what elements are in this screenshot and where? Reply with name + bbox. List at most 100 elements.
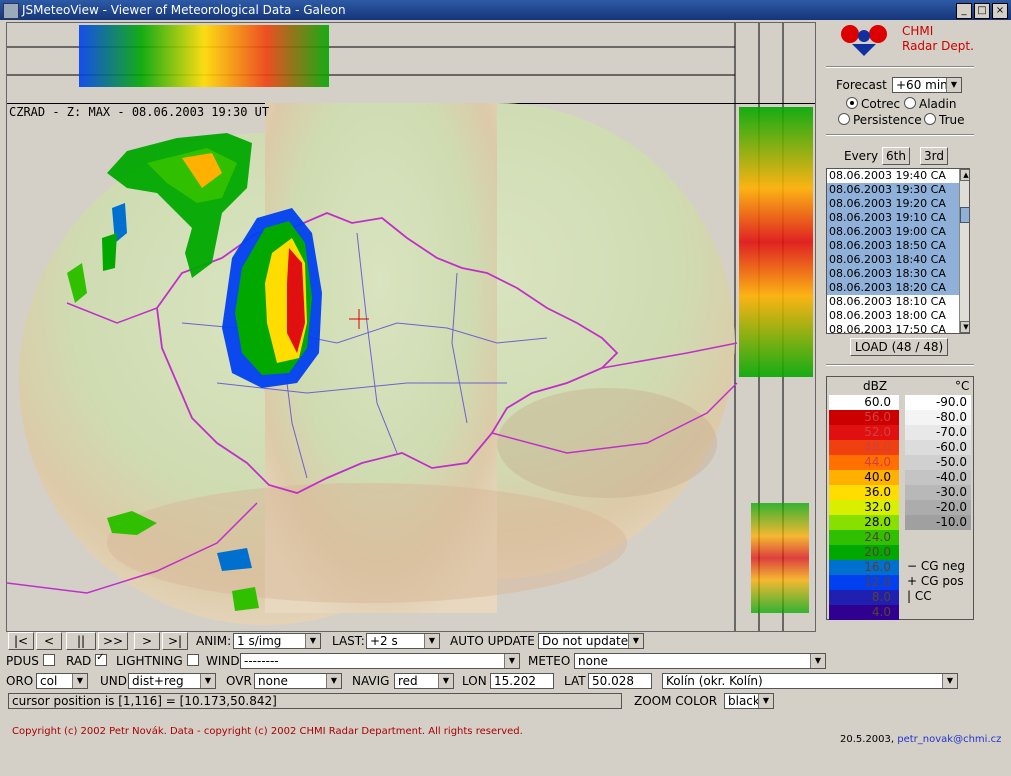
- radio-cotrec[interactable]: Cotrec: [846, 97, 900, 111]
- last-label: LAST:: [332, 634, 365, 648]
- list-item[interactable]: 08.06.2003 18:30 CA: [827, 267, 969, 281]
- ovr-select-value: none: [258, 674, 288, 688]
- list-item[interactable]: 08.06.2003 18:00 CA: [827, 309, 969, 323]
- lon-field[interactable]: 15.202: [490, 673, 554, 689]
- lightning-checkbox[interactable]: LIGHTNING: [116, 654, 199, 668]
- list-item[interactable]: 08.06.2003 18:40 CA: [827, 253, 969, 267]
- legend-dbz-cell: 24.0: [829, 530, 899, 545]
- navig-select-value: red: [398, 674, 418, 688]
- anim-label: ANIM:: [196, 634, 232, 648]
- radio-persistence[interactable]: Persistence: [838, 113, 922, 127]
- radio-cotrec-label: Cotrec: [861, 97, 901, 111]
- lat-label: LAT: [564, 674, 586, 688]
- legend-dbz-cell: 40.0: [829, 470, 899, 485]
- author-email-link[interactable]: petr_novak@chmi.cz: [897, 734, 1001, 745]
- app-window: CZRAD - Z: MAX - 08.06.2003 19:30 UT CHM…: [0, 20, 1011, 776]
- auto-update-select[interactable]: Do not update ▼: [538, 633, 644, 649]
- legend-dbz-cell: 28.0: [829, 515, 899, 530]
- und-select-value: dist+reg: [132, 674, 184, 688]
- chevron-down-icon: ▼: [438, 674, 453, 688]
- anim-speed-select[interactable]: 1 s/img ▼: [233, 633, 321, 649]
- legend-temp-cell: -20.0: [905, 500, 971, 515]
- oro-select-value: col: [40, 674, 58, 688]
- maximize-button[interactable]: □: [974, 3, 990, 19]
- wind-select[interactable]: -------- ▼: [240, 653, 520, 669]
- chevron-down-icon: ▼: [305, 634, 320, 648]
- forecast-select[interactable]: +60 min ▼: [892, 77, 962, 93]
- zoom-color-value: black: [728, 694, 760, 708]
- anim-first-button[interactable]: |<: [8, 632, 34, 650]
- cursor-position-field: cursor position is [1,116] = [10.173,50.…: [8, 693, 622, 709]
- legend-cg-neg: − CG neg: [907, 559, 965, 573]
- navig-label: NAVIG: [352, 674, 390, 688]
- app-icon: [3, 3, 19, 19]
- every-6th-button[interactable]: 6th: [882, 147, 910, 165]
- load-button[interactable]: LOAD (48 / 48): [850, 338, 948, 356]
- legend-temp-header: °C: [955, 379, 970, 393]
- minimize-button[interactable]: _: [956, 3, 972, 19]
- radar-map-area[interactable]: CZRAD - Z: MAX - 08.06.2003 19:30 UT: [6, 22, 816, 632]
- place-select[interactable]: Kolín (okr. Kolín) ▼: [662, 673, 958, 689]
- color-legend: dBZ °C 60.0 56.0 52.0 48.0 44.0 40.0 36.0 32.0 2…: [826, 376, 974, 620]
- last-select[interactable]: +2 s ▼: [366, 633, 440, 649]
- legend-dbz-cell: 4.0: [829, 605, 899, 620]
- chevron-down-icon: ▼: [758, 694, 773, 708]
- navig-select[interactable]: red ▼: [394, 673, 454, 689]
- anim-prev-button[interactable]: <: [36, 632, 62, 650]
- radio-persistence-label: Persistence: [853, 113, 922, 127]
- lat-field[interactable]: 50.028: [588, 673, 652, 689]
- divider: [826, 364, 974, 366]
- list-item[interactable]: 08.06.2003 19:10 CA: [827, 211, 969, 225]
- image-list-scrollbar[interactable]: ▲ ▼: [959, 169, 969, 333]
- close-button[interactable]: ×: [992, 3, 1008, 19]
- legend-temp-cell: -40.0: [905, 470, 971, 485]
- legend-dbz-cell: 16.0: [829, 560, 899, 575]
- legend-dbz-cell: 8.0: [829, 590, 899, 605]
- every-3rd-button[interactable]: 3rd: [920, 147, 948, 165]
- place-select-value: Kolín (okr. Kolín): [666, 674, 763, 688]
- meteo-select[interactable]: none ▼: [574, 653, 826, 669]
- rad-checkbox[interactable]: RAD: [66, 652, 108, 668]
- legend-temp-cell: -70.0: [905, 425, 971, 440]
- oro-label: ORO: [6, 674, 34, 688]
- list-item[interactable]: 08.06.2003 19:20 CA: [827, 197, 969, 211]
- lon-label: LON: [462, 674, 487, 688]
- anim-play-button[interactable]: >>: [98, 632, 128, 650]
- top-profile-echo: [79, 25, 329, 87]
- list-item[interactable]: 08.06.2003 18:10 CA: [827, 295, 969, 309]
- anim-next-button[interactable]: >: [134, 632, 160, 650]
- list-item[interactable]: 08.06.2003 17:50 CA: [827, 323, 969, 333]
- ovr-select[interactable]: none ▼: [254, 673, 342, 689]
- list-item[interactable]: 08.06.2003 19:00 CA: [827, 225, 969, 239]
- legend-cg-pos: + CG pos: [907, 574, 964, 588]
- radio-aladin[interactable]: Aladin: [904, 97, 956, 111]
- legend-dbz-cell: 48.0: [829, 440, 899, 455]
- und-label: UND: [100, 674, 127, 688]
- pdus-checkbox[interactable]: PDUS: [6, 654, 55, 668]
- legend-dbz-cell: 20.0: [829, 545, 899, 560]
- auto-update-value: Do not update: [542, 634, 629, 648]
- chevron-down-icon: ▼: [72, 674, 87, 688]
- every-label: Every: [844, 149, 879, 163]
- scroll-up-icon[interactable]: ▲: [960, 169, 969, 181]
- anim-last-button[interactable]: >|: [162, 632, 188, 650]
- scroll-thumb[interactable]: [960, 207, 969, 223]
- checkbox-icon: [95, 652, 108, 666]
- legend-temp-cell: -80.0: [905, 410, 971, 425]
- radio-true[interactable]: True: [924, 113, 965, 127]
- pdus-label: PDUS: [6, 654, 39, 668]
- checkbox-icon: [186, 654, 199, 666]
- list-item[interactable]: 08.06.2003 18:50 CA: [827, 239, 969, 253]
- chevron-down-icon: ▼: [326, 674, 341, 688]
- image-list[interactable]: 08.06.2003 19:40 CA 08.06.2003 19:30 CA 08…: [826, 168, 970, 334]
- list-item[interactable]: 08.06.2003 18:20 CA: [827, 281, 969, 295]
- scroll-down-icon[interactable]: ▼: [960, 321, 969, 333]
- anim-pause-button[interactable]: ||: [66, 632, 96, 650]
- legend-dbz-cell: 52.0: [829, 425, 899, 440]
- list-item[interactable]: 08.06.2003 19:30 CA: [827, 183, 969, 197]
- zoom-color-select[interactable]: black ▼: [724, 693, 774, 709]
- list-item[interactable]: 08.06.2003 19:40 CA: [827, 169, 969, 183]
- und-select[interactable]: dist+reg ▼: [128, 673, 216, 689]
- oro-select[interactable]: col ▼: [36, 673, 88, 689]
- wind-select-value: --------: [244, 654, 279, 668]
